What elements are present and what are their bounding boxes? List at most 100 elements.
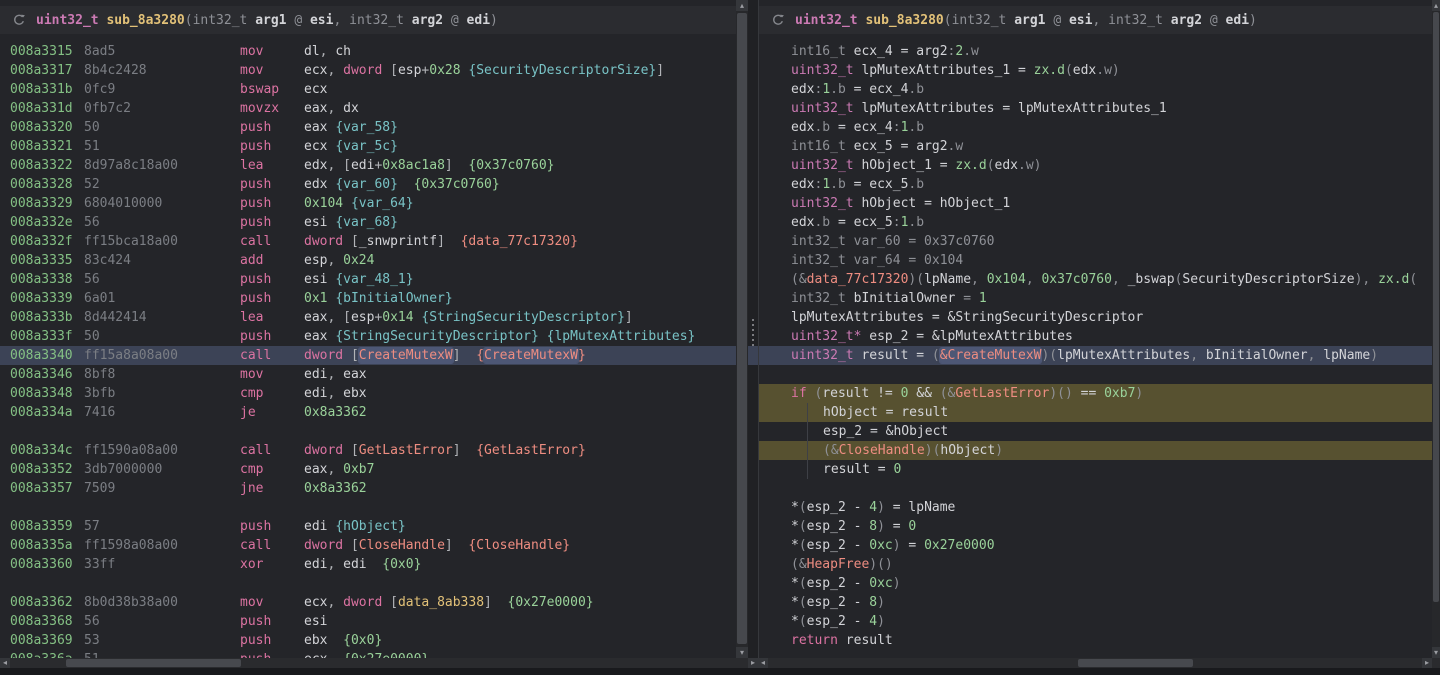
- token[interactable]: 0x104: [304, 196, 343, 211]
- token[interactable]: (: [185, 13, 193, 28]
- token[interactable]: arg2: [412, 13, 451, 28]
- token[interactable]: result =: [823, 462, 893, 477]
- token[interactable]: {bInitialOwner}: [335, 291, 452, 306]
- token[interactable]: )(: [925, 443, 941, 458]
- asm-line[interactable]: 008a33628b0d38b38a00movecx, dword [data_…: [0, 593, 736, 612]
- token[interactable]: (: [1065, 63, 1073, 78]
- token[interactable]: ]: [437, 234, 445, 249]
- token[interactable]: *: [791, 500, 799, 515]
- mnemonic[interactable]: push: [240, 631, 304, 650]
- mnemonic[interactable]: movzx: [240, 99, 304, 118]
- token[interactable]: data_77c17320: [807, 272, 909, 287]
- token[interactable]: int32_t: [952, 13, 1015, 28]
- token[interactable]: uint32_t: [791, 101, 861, 116]
- token[interactable]: CreateMutexW: [359, 348, 453, 363]
- token[interactable]: ): [877, 614, 885, 629]
- token[interactable]: dword: [304, 538, 351, 553]
- asm-line[interactable]: [0, 498, 736, 517]
- asm-line[interactable]: 008a3340ff15a8a08a00calldword [CreateMut…: [0, 346, 736, 365]
- token[interactable]: [343, 196, 351, 211]
- token[interactable]: data_8ab338: [398, 595, 484, 610]
- token[interactable]: CreateMutexW: [484, 348, 578, 363]
- token[interactable]: ,: [327, 462, 343, 477]
- token[interactable]: = ecx_5: [830, 215, 893, 230]
- token[interactable]: ecx: [304, 595, 327, 610]
- address[interactable]: 008a3317: [10, 61, 84, 80]
- address[interactable]: 008a3368: [10, 612, 84, 631]
- token[interactable]: (: [799, 614, 807, 629]
- token[interactable]: {hObject}: [335, 519, 405, 534]
- token[interactable]: {GetLastError}: [476, 443, 586, 458]
- asm-line[interactable]: 008a332852pushedx {var_60} {0x37c0760}: [0, 175, 736, 194]
- mnemonic[interactable]: push: [240, 270, 304, 289]
- address[interactable]: 008a3346: [10, 365, 84, 384]
- token[interactable]: result: [846, 633, 893, 648]
- token[interactable]: ,: [320, 44, 336, 59]
- token[interactable]: 0xb7: [1104, 386, 1135, 401]
- token[interactable]: 0x24: [343, 253, 374, 268]
- asm-line[interactable]: [0, 574, 736, 593]
- token[interactable]: (: [932, 348, 940, 363]
- token[interactable]: [: [351, 538, 359, 553]
- token[interactable]: [: [351, 234, 359, 249]
- token[interactable]: sub_8a3280: [865, 13, 943, 28]
- left-horizontal-scrollbar[interactable]: ◂ ▸: [0, 658, 758, 668]
- token[interactable]: HeapFree: [807, 557, 870, 572]
- token[interactable]: ): [877, 500, 885, 515]
- token[interactable]: 0x37c0760: [1041, 272, 1111, 287]
- hlil-line[interactable]: int32_t var_64 = 0x104: [759, 251, 1433, 270]
- token[interactable]: eax: [343, 367, 366, 382]
- token[interactable]: int32_t: [193, 13, 256, 28]
- token[interactable]: [: [351, 348, 359, 363]
- token[interactable]: 1: [822, 82, 830, 97]
- token[interactable]: {0x37c0760}: [414, 177, 500, 192]
- token[interactable]: ): [995, 443, 1003, 458]
- token[interactable]: uint32_t: [791, 196, 861, 211]
- asm-line[interactable]: 008a332e56pushesi {var_68}: [0, 213, 736, 232]
- token[interactable]: lpMutexAttributes_1 =: [861, 63, 1033, 78]
- hlil-line[interactable]: edx.b = ecx_4:1.b: [759, 118, 1433, 137]
- function-signature[interactable]: uint32_t sub_8a3280(int32_t arg1 @ esi, …: [36, 11, 498, 30]
- token[interactable]: ,: [1092, 13, 1108, 28]
- mnemonic[interactable]: call: [240, 536, 304, 555]
- token[interactable]: *: [791, 614, 799, 629]
- token[interactable]: ==: [1081, 386, 1104, 401]
- token[interactable]: [: [390, 63, 398, 78]
- token[interactable]: =: [885, 519, 908, 534]
- token[interactable]: (&: [791, 557, 807, 572]
- token[interactable]: }: [578, 348, 586, 363]
- token[interactable]: return: [791, 633, 846, 648]
- hlil-line[interactable]: (&HeapFree)(): [759, 555, 1433, 574]
- address[interactable]: 008a335a: [10, 536, 84, 555]
- token[interactable]: ]: [445, 538, 453, 553]
- pane-splitter[interactable]: [748, 0, 758, 658]
- token[interactable]: dword: [304, 443, 351, 458]
- scroll-right-icon[interactable]: ▸: [1422, 658, 1432, 668]
- asm-line[interactable]: 008a33178b4c2428movecx, dword [esp+0x28 …: [0, 61, 736, 80]
- token[interactable]: esp_2 -: [807, 519, 870, 534]
- token[interactable]: (: [944, 13, 952, 28]
- mnemonic[interactable]: je: [240, 403, 304, 422]
- hlil-line[interactable]: *(esp_2 - 4) = lpName: [759, 498, 1433, 517]
- function-signature[interactable]: uint32_t sub_8a3280(int32_t arg1 @ esi, …: [795, 11, 1257, 30]
- address[interactable]: 008a3322: [10, 156, 84, 175]
- token[interactable]: , [: [327, 310, 350, 325]
- token[interactable]: {: [476, 348, 484, 363]
- token[interactable]: .b: [814, 120, 830, 135]
- token[interactable]: = ecx_4: [830, 120, 893, 135]
- asm-line[interactable]: 008a33577509jne0x8a3362: [0, 479, 736, 498]
- token[interactable]: :: [893, 120, 901, 135]
- right-horizontal-scrollbar[interactable]: ◂ ▸: [758, 658, 1432, 668]
- token[interactable]: .b: [814, 215, 830, 230]
- token[interactable]: esp_2 -: [807, 576, 870, 591]
- address[interactable]: 008a332e: [10, 213, 84, 232]
- token[interactable]: 8: [869, 595, 877, 610]
- token[interactable]: (: [799, 595, 807, 610]
- hlil-line[interactable]: int32_t bInitialOwner = 1: [759, 289, 1433, 308]
- right-vertical-scrollbar[interactable]: ▴ ▾: [1432, 0, 1440, 658]
- token[interactable]: bInitialOwner: [854, 291, 956, 306]
- token[interactable]: lpName: [1323, 348, 1370, 363]
- address[interactable]: 008a3348: [10, 384, 84, 403]
- token[interactable]: 0x28: [429, 63, 460, 78]
- asm-line[interactable]: 008a333856pushesi {var_48_1}: [0, 270, 736, 289]
